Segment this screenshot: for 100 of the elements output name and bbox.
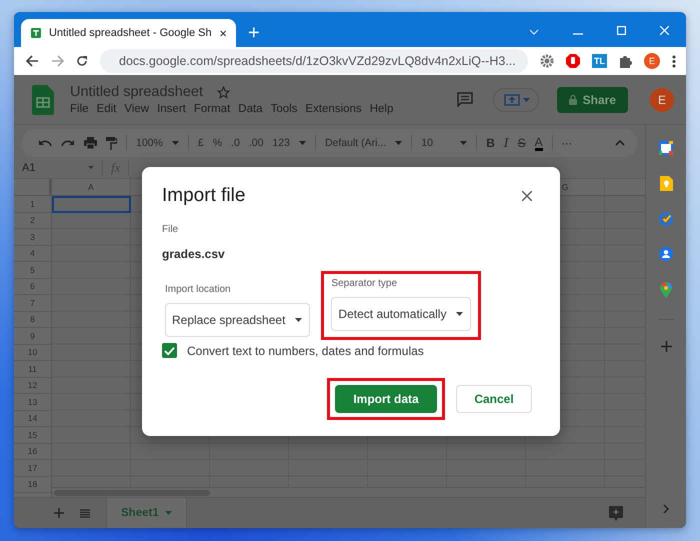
new-tab-button[interactable]: + <box>244 23 264 43</box>
explore-icon[interactable] <box>609 506 623 520</box>
undo-icon[interactable] <box>38 139 52 147</box>
menu-item[interactable]: Extensions <box>305 103 362 115</box>
caret-icon[interactable] <box>298 141 306 145</box>
row-header[interactable]: 1 <box>14 196 51 212</box>
menu-item[interactable]: Data <box>238 103 263 115</box>
column-header[interactable]: A <box>52 179 131 195</box>
map-pin-icon[interactable] <box>660 282 672 298</box>
caret-icon[interactable] <box>88 166 94 169</box>
format-option[interactable]: .0 <box>231 137 240 149</box>
star-icon[interactable] <box>217 86 230 98</box>
menu-item[interactable]: Insert <box>157 103 186 115</box>
task-check-icon[interactable] <box>659 212 673 226</box>
gear-icon[interactable] <box>540 54 554 68</box>
field-label: Separator type <box>331 278 398 289</box>
sheet-tab[interactable]: Sheet1 <box>106 498 187 528</box>
format-option[interactable]: £ <box>198 137 204 149</box>
present-icon <box>504 94 520 106</box>
lightbulb-icon[interactable] <box>660 176 672 191</box>
text-style-button[interactable]: B <box>486 136 495 150</box>
checkbox-label: Convert text to numbers, dates and formulas <box>187 344 424 358</box>
user-avatar[interactable]: E <box>650 88 674 112</box>
menu-icon[interactable] <box>672 54 676 68</box>
row-header[interactable]: 14 <box>14 410 51 427</box>
back-arrow-icon[interactable] <box>26 55 39 67</box>
caret-icon[interactable] <box>395 141 402 145</box>
address-bar[interactable]: docs.google.com/spreadsheets/d/1zO3kvVZd29zvLQ8dv4n2xLiQ--H3... <box>100 49 528 73</box>
close-icon[interactable] <box>220 28 226 38</box>
chevron-up-icon[interactable] <box>615 140 625 146</box>
font-size-select[interactable]: 10 <box>421 137 452 149</box>
row-header[interactable]: 2 <box>14 212 51 229</box>
contact-icon[interactable] <box>659 247 673 261</box>
sheets-logo-icon[interactable] <box>32 84 54 114</box>
menu-item[interactable]: Format <box>194 103 230 115</box>
name-box[interactable]: A1 <box>22 162 80 174</box>
row-header[interactable]: 6 <box>14 278 51 295</box>
row-header[interactable]: 7 <box>14 295 51 312</box>
list-icon[interactable] <box>80 508 90 518</box>
import-button[interactable]: Import data <box>335 385 437 413</box>
format-option[interactable]: .00 <box>248 137 264 149</box>
caret-icon[interactable] <box>460 141 468 145</box>
calendar-icon[interactable] <box>659 141 673 155</box>
caret-icon <box>164 511 172 515</box>
text-style-button[interactable]: I <box>504 136 509 150</box>
row-header[interactable]: 17 <box>14 460 51 476</box>
caret-icon[interactable] <box>172 141 179 145</box>
file-name: grades.csv <box>162 247 226 261</box>
close-icon[interactable] <box>522 191 532 201</box>
row-header[interactable]: 18 <box>14 476 51 493</box>
text-style-button[interactable]: S <box>518 136 526 150</box>
row-header[interactable]: 4 <box>14 246 51 262</box>
forward-arrow-icon[interactable] <box>51 55 64 67</box>
menu-item[interactable]: View <box>124 103 150 115</box>
document-title[interactable]: Untitled spreadsheet <box>70 84 203 100</box>
format-option[interactable]: % <box>212 137 222 149</box>
chevron-down-icon[interactable] <box>529 29 539 35</box>
row-header[interactable]: 8 <box>14 312 51 328</box>
comment-icon[interactable] <box>456 92 473 107</box>
format-option[interactable]: 123 <box>272 137 290 149</box>
add-icon[interactable] <box>54 508 64 518</box>
printer-icon[interactable] <box>84 137 97 149</box>
zoom-select[interactable]: 100% <box>136 137 163 149</box>
dropdown-select[interactable]: Replace spreadsheet <box>165 303 310 337</box>
redo-icon[interactable] <box>61 139 75 147</box>
dialog-title: Import file <box>162 185 246 207</box>
extension-badge[interactable]: TL <box>592 54 607 68</box>
row-header[interactable]: 16 <box>14 444 51 460</box>
row-header[interactable]: 3 <box>14 229 51 246</box>
more-button[interactable]: ⋯ <box>562 136 573 150</box>
profile-avatar[interactable]: E <box>644 53 660 69</box>
stop-sign-icon[interactable] <box>566 54 580 68</box>
row-header[interactable]: 10 <box>14 344 51 361</box>
browser-tab[interactable]: Untitled spreadsheet - Google Sh <box>21 19 236 47</box>
row-header[interactable]: 5 <box>14 262 51 278</box>
row-header[interactable]: 15 <box>14 427 51 444</box>
minimize-icon[interactable] <box>573 33 583 35</box>
row-header[interactable]: 11 <box>14 361 51 378</box>
puzzle-icon[interactable] <box>619 54 632 68</box>
row-header[interactable]: 12 <box>14 378 51 394</box>
checkbox[interactable] <box>162 343 177 358</box>
present-button[interactable] <box>492 88 539 112</box>
maximize-icon[interactable] <box>617 26 626 35</box>
share-button[interactable]: Share <box>556 86 628 112</box>
lock-icon <box>568 94 577 104</box>
font-select[interactable]: Default (Ari... <box>324 137 386 149</box>
text-style-button[interactable]: A <box>534 136 543 150</box>
paint-roller-icon[interactable] <box>106 136 117 150</box>
menu-item[interactable]: Edit <box>96 103 116 115</box>
reload-icon[interactable] <box>76 55 88 67</box>
add-icon[interactable] <box>660 341 672 352</box>
selected-cell[interactable] <box>52 196 131 212</box>
cancel-button[interactable]: Cancel <box>456 385 532 413</box>
row-header[interactable]: 9 <box>14 328 51 344</box>
chevron-right-icon[interactable] <box>663 504 669 514</box>
menu-item[interactable]: File <box>70 103 89 115</box>
menu-item[interactable]: Help <box>370 103 394 115</box>
row-header[interactable]: 13 <box>14 394 51 410</box>
menu-item[interactable]: Tools <box>270 103 298 115</box>
dropdown-select[interactable]: Detect automatically <box>331 297 472 331</box>
